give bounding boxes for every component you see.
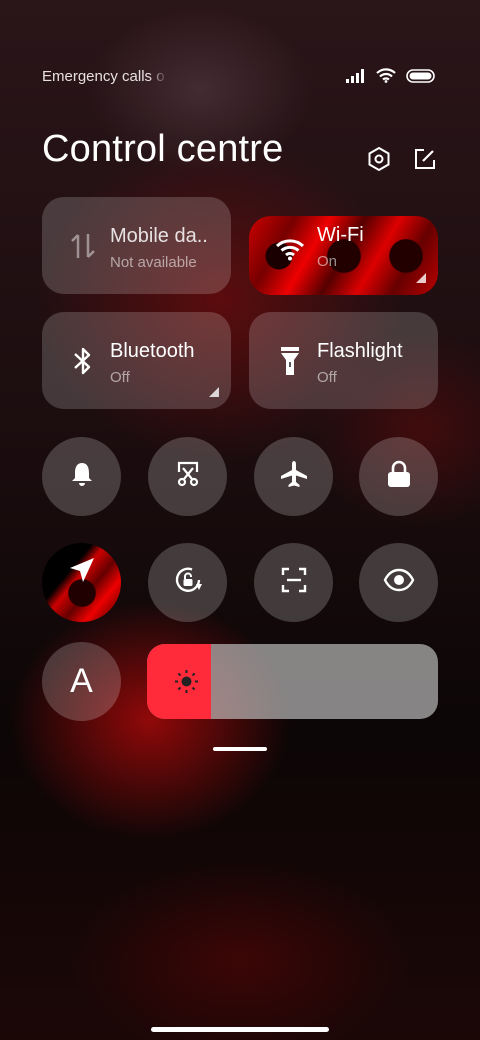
- mobile-data-label: Mobile da..: [110, 225, 208, 247]
- scanner-toggle[interactable]: [254, 543, 333, 622]
- bluetooth-status: Off: [110, 369, 130, 386]
- reading-mode-toggle[interactable]: [359, 543, 438, 622]
- wifi-status: On: [317, 253, 338, 270]
- screenshot-toggle[interactable]: [148, 437, 227, 516]
- bluetooth-tile[interactable]: Bluetooth Off: [42, 312, 231, 409]
- flashlight-status: Off: [317, 369, 337, 386]
- location-toggle[interactable]: [42, 543, 121, 622]
- wifi-tile-icon: [275, 234, 305, 264]
- rotate-lock-icon: [172, 564, 204, 601]
- expand-corner-icon: [416, 273, 426, 283]
- brightness-slider[interactable]: [147, 644, 438, 719]
- mobile-data-tile[interactable]: Mobile da.. Not available: [42, 197, 231, 294]
- settings-icon[interactable]: [366, 146, 392, 177]
- font-size-label: A: [70, 662, 93, 700]
- battery-icon: [406, 68, 436, 88]
- mobile-data-status: Not available: [110, 254, 197, 271]
- status-bar: Emergency calls o: [42, 66, 436, 88]
- lock-screen-toggle[interactable]: [359, 437, 438, 516]
- mobile-data-icon: [68, 231, 98, 261]
- wifi-icon: [376, 68, 396, 88]
- edit-icon[interactable]: [412, 146, 438, 177]
- eye-icon: [383, 568, 415, 597]
- flashlight-icon: [275, 346, 305, 376]
- location-arrow-icon: [68, 556, 96, 589]
- airplane-mode-toggle[interactable]: [254, 437, 333, 516]
- sun-icon: [174, 669, 199, 694]
- lock-icon: [386, 460, 412, 493]
- airplane-icon: [279, 459, 309, 494]
- bell-icon: [68, 460, 96, 493]
- home-indicator[interactable]: [151, 1027, 329, 1032]
- bluetooth-icon: [68, 346, 98, 376]
- font-size-button[interactable]: A: [42, 642, 121, 721]
- ringer-toggle[interactable]: [42, 437, 121, 516]
- header: Control centre: [42, 128, 438, 178]
- carrier-text: Emergency calls o: [42, 68, 165, 85]
- scissors-icon: [174, 460, 202, 493]
- scan-icon: [280, 566, 308, 599]
- bluetooth-label: Bluetooth: [110, 340, 195, 362]
- flashlight-label: Flashlight: [317, 340, 403, 362]
- flashlight-tile[interactable]: Flashlight Off: [249, 312, 438, 409]
- wifi-label: Wi-Fi: [317, 224, 364, 246]
- wifi-tile[interactable]: Wi-Fi On: [249, 216, 438, 295]
- expand-corner-icon: [209, 387, 219, 397]
- drag-handle[interactable]: [213, 747, 267, 751]
- rotation-lock-toggle[interactable]: [148, 543, 227, 622]
- signal-icon: [346, 68, 366, 88]
